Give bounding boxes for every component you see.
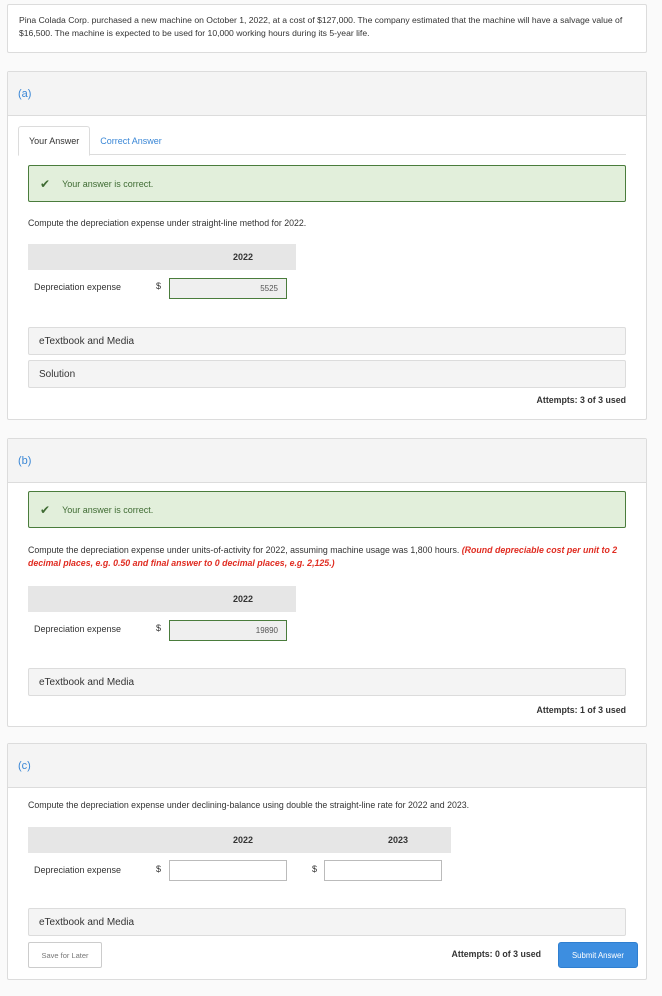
currency-symbol-2022: $ — [156, 864, 162, 874]
checkmark-icon: ✔ — [40, 502, 51, 517]
tab-your-answer[interactable]: Your Answer — [18, 126, 91, 156]
row-label: Depreciation expense — [34, 282, 122, 292]
column-header-2022: 2022 — [232, 252, 254, 262]
part-label: (c) — [18, 759, 31, 772]
checkmark-icon: ✔ — [40, 176, 51, 191]
column-header-2023: 2023 — [387, 835, 409, 845]
depreciation-2022-input[interactable] — [169, 278, 287, 299]
part-label: (b) — [18, 454, 32, 467]
currency-symbol-2023: $ — [312, 864, 318, 874]
year-header-row: 2022 — [28, 244, 296, 270]
instruction-text: Compute the depreciation expense under s… — [28, 218, 307, 228]
currency-symbol: $ — [156, 281, 162, 291]
column-header-2022: 2022 — [232, 594, 254, 604]
submit-answer-button[interactable]: Submit Answer — [558, 942, 638, 968]
part-c: (c) Compute the depreciation expense und… — [7, 743, 647, 980]
answer-tabs: Your Answer Correct Answer — [18, 126, 626, 156]
save-for-later-button[interactable]: Save for Later — [28, 942, 102, 968]
correct-message: Your answer is correct. — [62, 504, 154, 515]
depreciation-2023-input[interactable] — [324, 860, 442, 881]
attempts-counter: Attempts: 0 of 3 used — [451, 949, 541, 959]
etextbook-media-toggle[interactable]: eTextbook and Media — [28, 668, 626, 696]
solution-label: Solution — [39, 368, 76, 380]
problem-text: Pina Colada Corp. purchased a new machin… — [19, 15, 623, 38]
depreciation-2022-input[interactable] — [169, 620, 287, 641]
etextbook-label: eTextbook and Media — [39, 916, 135, 928]
attempts-counter: Attempts: 3 of 3 used — [536, 395, 626, 405]
correct-banner: ✔ Your answer is correct. — [28, 165, 626, 202]
etextbook-label: eTextbook and Media — [39, 335, 135, 347]
depreciation-2022-input[interactable] — [169, 860, 287, 881]
year-header-row: 2022 2023 — [28, 827, 451, 853]
row-label: Depreciation expense — [34, 865, 122, 875]
tab-correct-answer[interactable]: Correct Answer — [90, 126, 172, 155]
etextbook-media-toggle[interactable]: eTextbook and Media — [28, 908, 626, 936]
etextbook-label: eTextbook and Media — [39, 676, 135, 688]
solution-toggle[interactable]: Solution — [28, 360, 626, 388]
part-c-header: (c) — [8, 744, 646, 788]
instruction-text: Compute the depreciation expense under u… — [28, 545, 460, 555]
instruction: Compute the depreciation expense under s… — [28, 217, 628, 230]
problem-statement: Pina Colada Corp. purchased a new machin… — [7, 4, 647, 53]
instruction: Compute the depreciation expense under d… — [28, 799, 628, 812]
instruction-text: Compute the depreciation expense under d… — [28, 800, 470, 810]
currency-symbol: $ — [156, 623, 162, 633]
etextbook-media-toggle[interactable]: eTextbook and Media — [28, 327, 626, 355]
attempts-counter: Attempts: 1 of 3 used — [536, 705, 626, 715]
instruction: Compute the depreciation expense under u… — [28, 544, 628, 570]
row-label: Depreciation expense — [34, 624, 122, 634]
column-header-2022: 2022 — [232, 835, 254, 845]
part-b: (b) ✔ Your answer is correct. Compute th… — [7, 438, 647, 727]
part-a-header: (a) — [8, 72, 646, 116]
part-b-header: (b) — [8, 439, 646, 483]
year-header-row: 2022 — [28, 586, 296, 612]
correct-banner: ✔ Your answer is correct. — [28, 491, 626, 528]
part-label: (a) — [18, 87, 32, 100]
part-a: (a) Your Answer Correct Answer ✔ Your an… — [7, 71, 647, 420]
correct-message: Your answer is correct. — [62, 178, 154, 189]
